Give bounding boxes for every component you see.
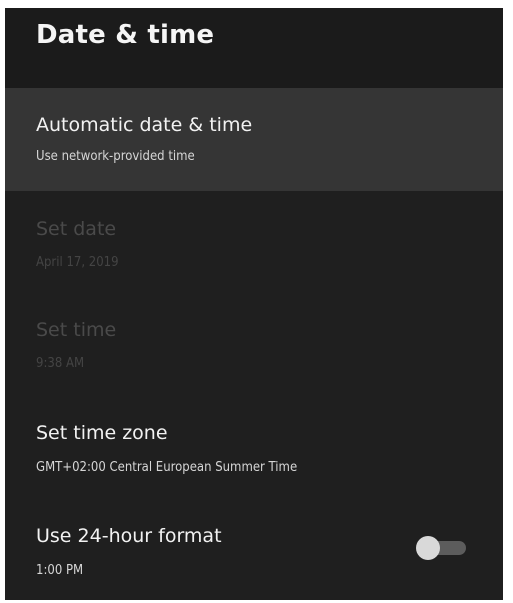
setting-set-time-zone[interactable]: Set time zone GMT+02:00 Central European…	[5, 394, 503, 497]
setting-automatic-date-time[interactable]: Automatic date & time Use network-provid…	[5, 88, 503, 191]
setting-summary: Use network-provided time	[36, 149, 195, 164]
setting-set-date[interactable]: Set date April 17, 2019	[5, 191, 503, 293]
setting-title: Set time zone	[36, 422, 168, 444]
setting-set-time[interactable]: Set time 9:38 AM	[5, 293, 503, 394]
toggle-thumb	[416, 536, 440, 560]
settings-panel: Date & time Automatic date & time Use ne…	[5, 8, 503, 600]
setting-title: Use 24-hour format	[36, 525, 222, 547]
header-bar: Date & time	[5, 8, 503, 88]
setting-summary: April 17, 2019	[36, 255, 119, 270]
setting-summary: 9:38 AM	[36, 356, 85, 371]
setting-summary: GMT+02:00 Central European Summer Time	[36, 460, 298, 475]
switch-off-icon[interactable]	[416, 536, 470, 560]
setting-summary: 1:00 PM	[36, 563, 84, 578]
setting-title: Set date	[36, 218, 117, 240]
page-title: Date & time	[36, 20, 215, 50]
setting-24-hour-format[interactable]: Use 24-hour format 1:00 PM	[5, 497, 503, 600]
setting-title: Set time	[36, 319, 117, 341]
setting-title: Automatic date & time	[36, 114, 253, 136]
